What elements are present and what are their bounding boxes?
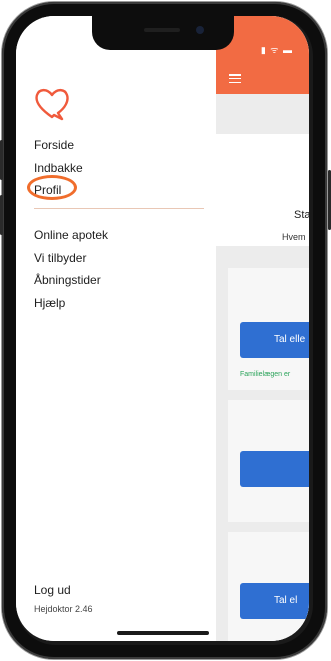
- menu-divider: [34, 208, 204, 209]
- app-version: Hejdoktor 2.46: [34, 604, 93, 614]
- menu-item-aabningstider[interactable]: Åbningstider: [34, 269, 108, 292]
- menu-item-vi-tilbyder[interactable]: Vi tilbyder: [34, 247, 108, 270]
- menu-item-online-apotek[interactable]: Online apotek: [34, 224, 108, 247]
- status-bar-icons: ▮ ᯤ ▬: [260, 45, 293, 55]
- menu-item-forside[interactable]: Forside: [34, 134, 83, 157]
- talk-button[interactable]: Tal elle: [240, 322, 309, 358]
- logout-button[interactable]: Log ud: [34, 583, 71, 597]
- hamburger-icon[interactable]: [229, 74, 241, 84]
- family-doctor-note: Familielægen er: [240, 371, 291, 378]
- app-screen: ▮ ᯤ ▬ Sta Hvem Tal elle Familielægen er …: [16, 16, 309, 641]
- camera: [196, 26, 204, 34]
- main-content: ▮ ᯤ ▬ Sta Hvem Tal elle Familielægen er …: [216, 16, 309, 641]
- highlight-annotation: [27, 175, 77, 200]
- navigation-drawer: Forside Indbakke Profil Online apotek Vi…: [16, 16, 216, 641]
- volume-button: [0, 140, 3, 180]
- status-card-subtitle: Hvem: [282, 232, 306, 242]
- talk-button[interactable]: [240, 451, 309, 487]
- home-indicator[interactable]: [117, 631, 209, 635]
- secondary-menu: Online apotek Vi tilbyder Åbningstider H…: [34, 224, 108, 314]
- notch: [92, 16, 234, 50]
- heart-chat-icon: [35, 88, 69, 121]
- menu-item-hjaelp[interactable]: Hjælp: [34, 292, 108, 315]
- status-card-title: Sta: [294, 209, 309, 221]
- status-card: [216, 134, 309, 246]
- talk-button[interactable]: Tal el: [240, 583, 309, 619]
- volume-button: [0, 195, 3, 235]
- speaker: [144, 28, 180, 32]
